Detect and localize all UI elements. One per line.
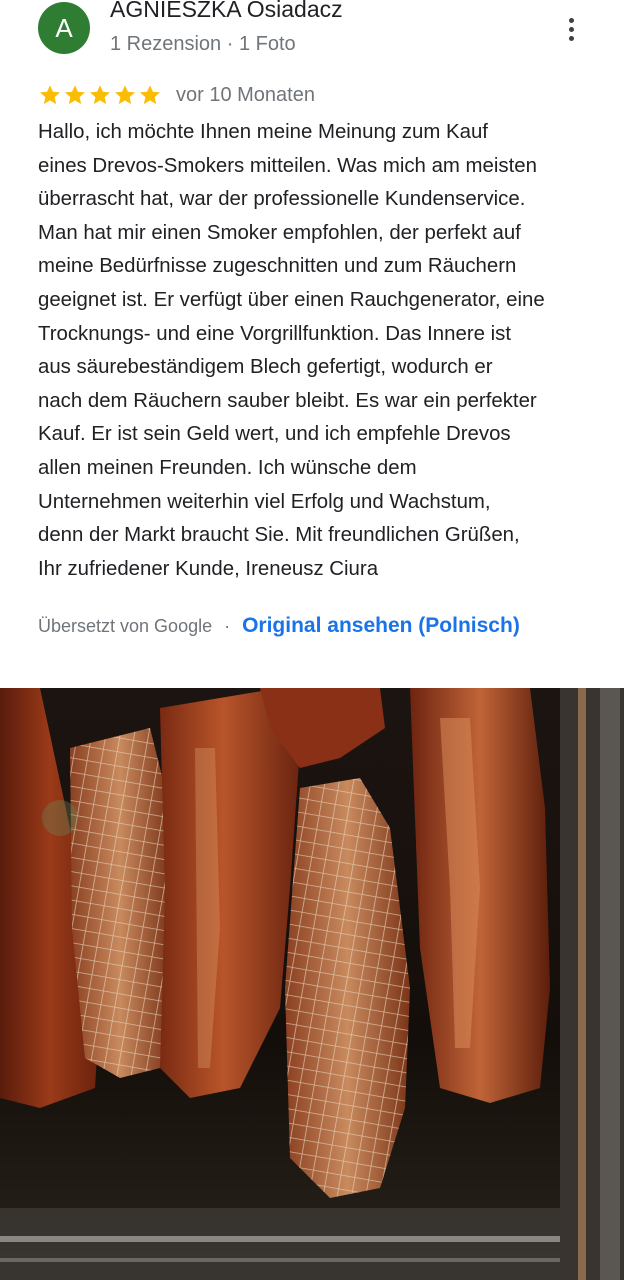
review-text-line: überrascht hat, war der professionelle K… (38, 188, 526, 211)
review-text-line: Hallo, ich möchte Ihnen meine Meinung zu… (38, 121, 488, 143)
review-text-line: aus säurebeständigem Blech gefertigt, wo… (38, 356, 493, 379)
star-icon (140, 85, 160, 105)
review-photo[interactable] (0, 688, 624, 1280)
review-date: vor 10 Monaten (176, 83, 315, 106)
star-icon (115, 85, 135, 105)
review-text-line: meine Bedürfnisse zugeschnitten und zum … (38, 255, 517, 278)
separator-dot: · (224, 615, 231, 636)
star-icon (65, 85, 85, 105)
review-text-line: geeignet ist. Er verfügt über einen Rauc… (38, 288, 545, 311)
translation-row: Übersetzt von Google · Original ansehen … (38, 610, 520, 642)
review-text-line: eines Drevos-Smokers mitteilen. Was mich… (38, 154, 537, 177)
review-text-line: Ihr zufriedener Kunde, Ireneusz Ciura (38, 557, 379, 580)
review-text-line: Man hat mir einen Smoker empfohlen, der … (38, 221, 521, 244)
star-icon (40, 85, 60, 105)
translated-by-label: Übersetzt von Google (38, 615, 213, 636)
review-text-line: Kauf. Er ist sein Geld wert, und ich emp… (38, 423, 511, 446)
view-original-link[interactable]: Original ansehen (Polnisch) (242, 614, 520, 638)
reviewer-meta: 1 Rezension · 1 Foto (110, 33, 296, 55)
review-text-line: nach dem Räuchern sauber bleibt. Es war … (38, 389, 537, 412)
review-text-line: denn der Markt braucht Sie. Mit freundli… (38, 524, 520, 547)
avatar[interactable]: A (38, 2, 90, 54)
review-text-line: allen meinen Freunden. Ich wünsche dem (38, 456, 417, 479)
star-icon (90, 85, 110, 105)
review-header: A AGNIESZKA Osiadacz 1 Rezension · 1 Fot… (0, 0, 624, 70)
review-text-line: Unternehmen weiterhin viel Erfolg und Wa… (38, 490, 491, 513)
rating-row: vor 10 Monaten (38, 80, 315, 110)
star-rating (38, 83, 162, 107)
more-vert-icon[interactable] (556, 12, 586, 46)
reviewer-name[interactable]: AGNIESZKA Osiadacz (110, 0, 343, 23)
review-text: Hallo, ich möchte Ihnen meine Meinung zu… (38, 116, 594, 586)
review-text-line: Trocknungs- und eine Vorgrillfunktion. D… (38, 322, 512, 345)
